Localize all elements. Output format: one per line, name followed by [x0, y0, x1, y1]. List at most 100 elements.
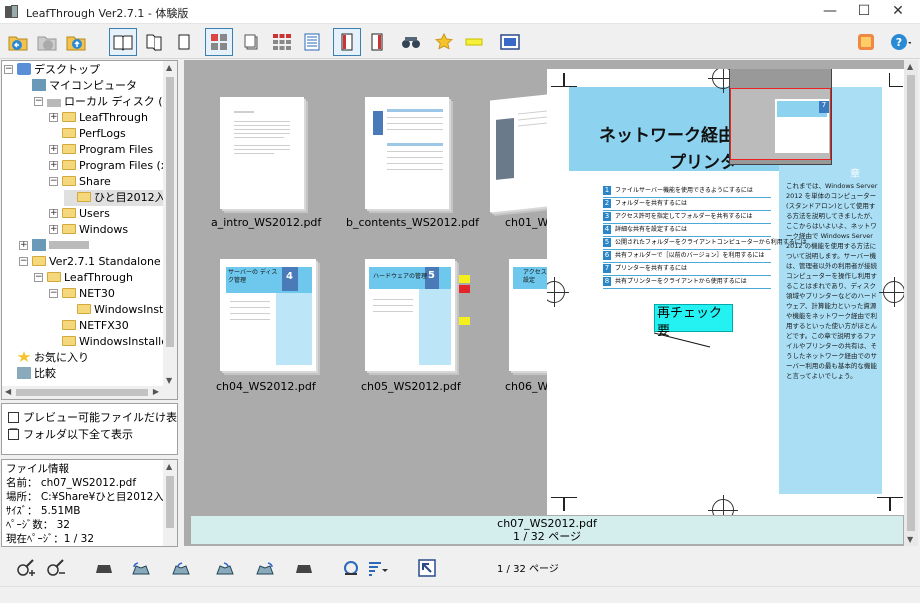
first-page-icon: [96, 565, 112, 573]
scroll-left-icon[interactable]: ◀: [5, 387, 11, 396]
scroll-down-icon[interactable]: ▼: [166, 376, 172, 385]
collapse-icon[interactable]: −: [34, 97, 43, 106]
tree-item[interactable]: 比較: [4, 366, 56, 382]
scroll-down-icon[interactable]: ▼: [907, 535, 913, 544]
tree-item[interactable]: NETFX30: [49, 318, 129, 334]
tree-item[interactable]: WindowsInstaller3_: [49, 334, 177, 350]
tree-item[interactable]: − デスクトップ: [4, 62, 100, 78]
tree-item[interactable]: ひと目2012入稿: [64, 190, 177, 206]
list-icon: [304, 33, 320, 51]
tree-item[interactable]: + Windows: [49, 222, 128, 238]
next-spread-icon: [256, 562, 274, 575]
tree-item[interactable]: − LeafThrough: [34, 270, 133, 286]
tree-item[interactable]: − ローカル ディスク (C:): [34, 94, 177, 110]
thumbnail-label: a_intro_WS2012.pdf: [211, 216, 322, 229]
preview-file-name: ch07_WS2012.pdf: [497, 517, 597, 530]
navigator-viewport[interactable]: 7: [730, 88, 831, 160]
forward-folder-button[interactable]: [33, 28, 61, 56]
folder-icon: [62, 112, 76, 122]
rotate-button[interactable]: [338, 556, 364, 580]
collapse-icon[interactable]: −: [19, 257, 28, 266]
annotation-note[interactable]: 再チェック要: [654, 304, 733, 339]
view-stack-button[interactable]: [238, 28, 266, 56]
chapter-badge: 4: [286, 271, 293, 282]
marker-button[interactable]: [460, 28, 488, 56]
info-scroll-thumb[interactable]: [166, 476, 174, 528]
back-folder-button[interactable]: [4, 28, 32, 56]
expand-icon[interactable]: +: [49, 161, 58, 170]
preview-only-checkbox[interactable]: [8, 412, 19, 423]
scroll-up-icon[interactable]: ▲: [166, 63, 172, 72]
tab-marker-red[interactable]: [459, 285, 470, 293]
tree-item[interactable]: − NET30: [49, 286, 115, 302]
zoom-out-button[interactable]: [42, 556, 68, 580]
tree-item[interactable]: + LeafThrough: [49, 110, 148, 126]
view-thumb-large-button[interactable]: [205, 28, 233, 56]
book-mode-1-button[interactable]: [333, 28, 361, 56]
close-button[interactable]: ✕: [876, 0, 920, 24]
view-page-button[interactable]: [170, 28, 198, 56]
tree-item[interactable]: − Ver2.7.1 Standalone (J): [19, 254, 176, 270]
content-scrollbar[interactable]: ▲ ▼: [904, 60, 918, 546]
scroll-right-icon[interactable]: ▶: [153, 387, 159, 396]
collapse-icon[interactable]: −: [49, 177, 58, 186]
tree-item[interactable]: − Share: [49, 174, 111, 190]
tree-item[interactable]: お気に入り: [4, 350, 89, 366]
content-scroll-thumb[interactable]: [907, 75, 915, 531]
tree-scrollbar[interactable]: ▲ ▼: [163, 61, 177, 387]
search-button[interactable]: [397, 28, 425, 56]
preview-toc-item: 3 アクセス許可を指定してフォルダーを共有するには: [603, 211, 771, 224]
expand-icon[interactable]: +: [19, 241, 28, 250]
preview-only-option[interactable]: プレビュー可能ファイルだけ表示: [8, 410, 177, 440]
tree-item[interactable]: + Users: [49, 206, 110, 222]
view-single-button[interactable]: [109, 28, 137, 56]
back-folder-icon: [8, 36, 28, 51]
help-button[interactable]: ?: [886, 28, 914, 56]
collapse-icon[interactable]: −: [34, 273, 43, 282]
first-page-button[interactable]: [90, 556, 116, 580]
scroll-up-icon[interactable]: ▲: [907, 62, 913, 71]
collapse-icon[interactable]: −: [4, 65, 13, 74]
next-page-button[interactable]: [212, 556, 238, 580]
preview-body-text: これまでは、Windows Server 2012 を単体のコンピューター(スタ…: [786, 182, 878, 380]
fullscreen-button[interactable]: [496, 28, 524, 56]
navigator-minimap[interactable]: 7: [729, 69, 832, 165]
sort-button[interactable]: [364, 556, 390, 580]
folder-tree[interactable]: − デスクトップ マイコンピュータ − ローカル ディスク (C:) + LeafThrou…: [1, 60, 178, 400]
tab-marker-yellow[interactable]: [459, 317, 470, 325]
show-subfolders-checkbox[interactable]: [8, 429, 19, 440]
page-preview[interactable]: ネットワーク経由のフォ プリンター これまでは、Windows Server 2…: [547, 69, 907, 515]
expand-icon[interactable]: +: [49, 113, 58, 122]
last-page-button[interactable]: [290, 556, 316, 580]
expand-icon[interactable]: +: [49, 209, 58, 218]
app-menu-button[interactable]: [852, 28, 880, 56]
show-subfolders-option[interactable]: フォルダ以下全て表示: [8, 427, 133, 443]
jump-button[interactable]: [414, 556, 440, 580]
favorite-button[interactable]: [430, 28, 458, 56]
prev-spread-button[interactable]: [128, 556, 154, 580]
view-book-button[interactable]: [140, 28, 168, 56]
zoom-in-button[interactable]: [12, 556, 38, 580]
tree-item[interactable]: +: [19, 238, 89, 254]
expand-icon[interactable]: +: [49, 225, 58, 234]
prev-page-button[interactable]: [168, 556, 194, 580]
tree-hscroll-thumb[interactable]: [16, 389, 148, 396]
scroll-up-icon[interactable]: ▲: [166, 462, 172, 471]
next-spread-button[interactable]: [252, 556, 278, 580]
view-thumb-grid-button[interactable]: [268, 28, 296, 56]
tree-hscrollbar[interactable]: ◀ ▶: [2, 386, 177, 399]
up-folder-button[interactable]: [62, 28, 90, 56]
tree-item[interactable]: + Program Files: [49, 142, 153, 158]
tree-item[interactable]: マイコンピュータ: [19, 78, 137, 94]
tree-item[interactable]: PerfLogs: [49, 126, 126, 142]
tab-marker-yellow[interactable]: [459, 275, 470, 283]
view-list-button[interactable]: [298, 28, 326, 56]
info-scrollbar[interactable]: ▲: [163, 460, 177, 546]
book-mode-2-button[interactable]: [363, 28, 391, 56]
tree-item[interactable]: WindowsInstalle: [64, 302, 177, 318]
page-status: 1 / 32 ページ: [497, 564, 559, 575]
collapse-icon[interactable]: −: [49, 289, 58, 298]
expand-icon[interactable]: +: [49, 145, 58, 154]
tree-scroll-thumb[interactable]: [166, 77, 174, 347]
tree-item[interactable]: + Program Files (x86: [49, 158, 177, 174]
